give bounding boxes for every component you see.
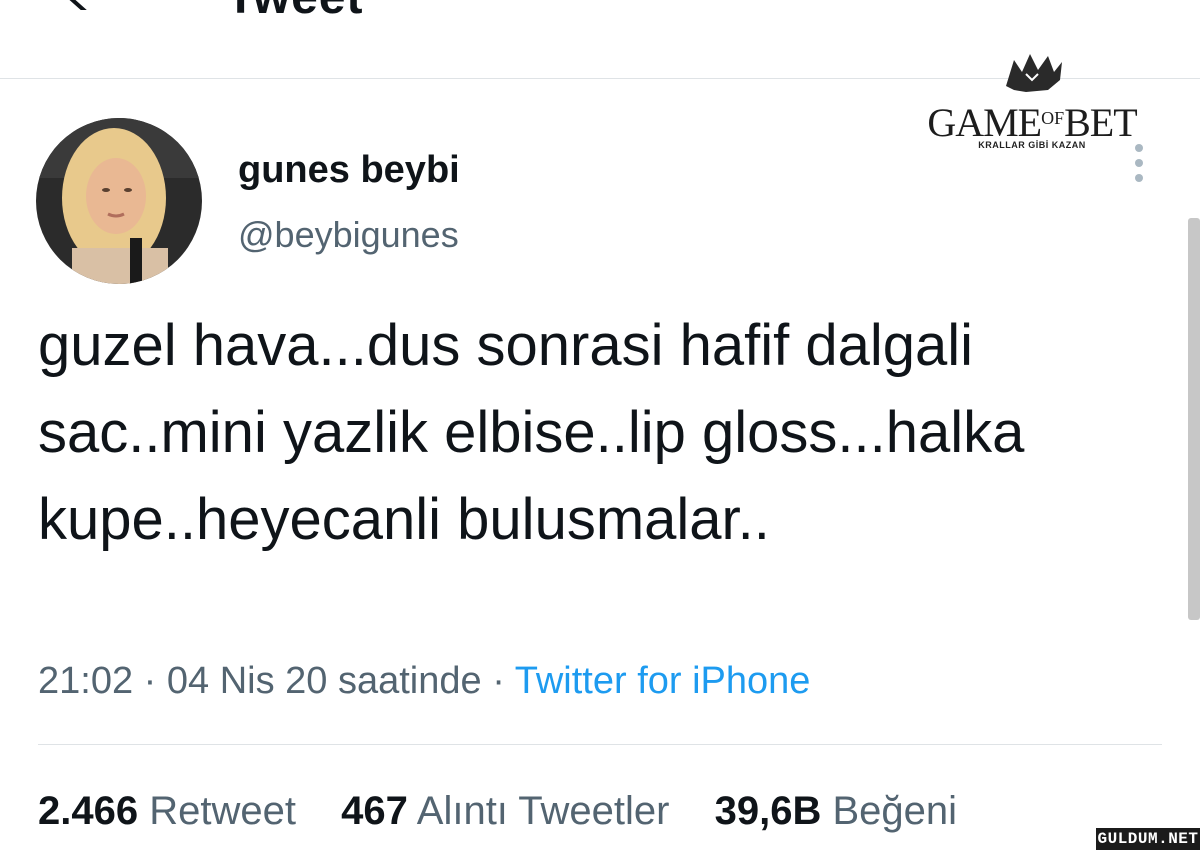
quotes-stat[interactable]: 467 Alıntı Tweetler <box>341 786 669 836</box>
avatar-image <box>36 118 202 284</box>
wolf-head-icon <box>1006 54 1062 92</box>
quotes-label: Alıntı Tweetler <box>416 789 670 833</box>
logo-word-of: OF <box>1041 108 1065 128</box>
logo-wordmark: GAMEOFBET <box>922 96 1142 145</box>
retweets-stat[interactable]: 2.466 Retweet <box>38 786 296 836</box>
display-name[interactable]: gunes beybi <box>238 148 460 192</box>
arrow-left-icon <box>69 0 88 14</box>
tweet-stats: 2.466 Retweet 467 Alıntı Tweetler 39,6B … <box>38 786 991 836</box>
logo-tagline: KRALLAR GİBİ KAZAN <box>978 140 1086 150</box>
logo-word-game: GAME <box>927 100 1042 145</box>
likes-label: Beğeni <box>832 789 958 833</box>
tweet-meta: 21:02 · 04 Nis 20 saatinde · Twitter for… <box>38 656 810 706</box>
retweets-label: Retweet <box>149 789 296 833</box>
scrollbar[interactable] <box>1188 218 1200 620</box>
tweet-time[interactable]: 21:02 <box>38 660 133 702</box>
tweet-source-link[interactable]: Twitter for iPhone <box>515 660 811 702</box>
likes-stat[interactable]: 39,6B Beğeni <box>715 786 957 836</box>
meta-separator: · <box>492 660 515 702</box>
tweet-date[interactable]: 04 Nis 20 saatinde <box>167 660 482 702</box>
retweets-count: 2.466 <box>38 789 139 833</box>
watermark: GULDUM.NET <box>1096 828 1200 850</box>
avatar[interactable] <box>36 118 202 284</box>
back-button[interactable] <box>56 0 96 14</box>
meta-separator: · <box>143 660 167 702</box>
user-handle[interactable]: @beybigunes <box>238 214 459 256</box>
divider <box>38 744 1162 745</box>
page-title: Tweet <box>226 0 363 22</box>
tweet-text: guzel hava...dus sonrasi hafif dalgali s… <box>38 313 1025 552</box>
logo-word-bet: BET <box>1064 100 1138 145</box>
quotes-count: 467 <box>341 789 408 833</box>
game-of-bet-logo: GAMEOFBET KRALLAR GİBİ KAZAN <box>922 50 1142 160</box>
likes-count: 39,6B <box>714 789 822 833</box>
